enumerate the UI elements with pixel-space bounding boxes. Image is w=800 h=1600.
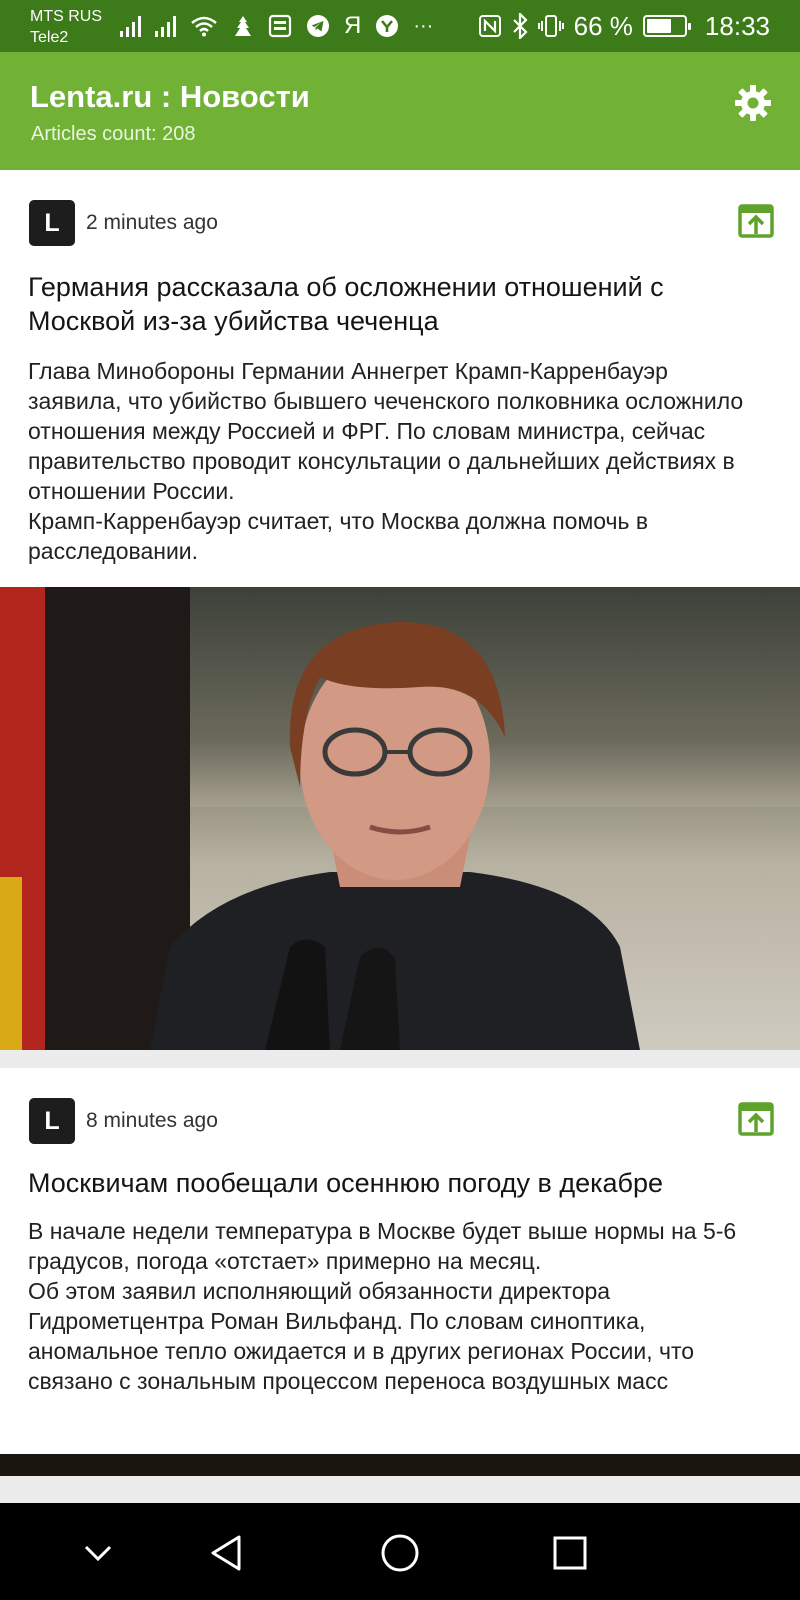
gear-icon (735, 85, 771, 121)
signal-icon (120, 15, 141, 37)
home-button[interactable] (378, 1531, 422, 1575)
recents-icon (553, 1536, 587, 1570)
article-time: 8 minutes ago (86, 1109, 218, 1132)
articles-count: Articles count: 208 (31, 123, 196, 145)
carrier-1: MTS RUS (30, 8, 102, 25)
app-icon (235, 16, 251, 36)
vibrate-icon (537, 15, 564, 37)
yandex-icon: Я (344, 12, 362, 39)
article-header: L 2 minutes ago (0, 170, 800, 254)
article-summary: В начале недели температура в Москве буд… (28, 1218, 737, 1394)
battery-percent: 66 % (573, 10, 633, 41)
clock: 18:33 (704, 10, 770, 41)
notification-icons: Я ··· (120, 10, 433, 42)
nfc-icon (478, 15, 501, 37)
open-article-button[interactable] (738, 204, 774, 238)
status-bar: MTS RUS Tele2 Я ··· 66 % 18:33 (0, 0, 800, 52)
back-button[interactable] (204, 1531, 248, 1575)
gallery-icon (268, 14, 292, 38)
hide-nav-button[interactable] (76, 1531, 120, 1575)
carrier-2: Tele2 (30, 29, 69, 46)
open-article-button[interactable] (738, 1102, 774, 1136)
settings-button[interactable] (732, 82, 774, 124)
home-icon (381, 1534, 419, 1572)
article-time: 2 minutes ago (86, 211, 218, 234)
more-notifications-icon: ··· (413, 14, 434, 37)
carrier-info: MTS RUS Tele2 (30, 6, 102, 48)
battery-level (646, 19, 671, 33)
source-logo: L (29, 200, 75, 246)
open-in-new-icon (738, 1102, 774, 1136)
article-photo[interactable] (0, 587, 800, 1050)
navigation-bar (0, 1503, 800, 1600)
recents-button[interactable] (548, 1531, 592, 1575)
source-logo: L (29, 1098, 75, 1144)
telegram-icon (307, 15, 329, 37)
app-bar: Lenta.ru : Новости Articles count: 208 (0, 52, 800, 170)
battery-icon (642, 15, 691, 37)
article-summary: Глава Минобороны Германии Аннегрет Крамп… (28, 358, 744, 564)
app-icon (376, 15, 399, 37)
news-feed[interactable]: L 2 minutes ago Германия рассказала об о… (0, 170, 800, 1476)
article-photo[interactable] (0, 1454, 800, 1476)
open-in-new-icon (738, 204, 774, 238)
back-icon (211, 1535, 241, 1571)
article-title[interactable]: Москвичам пообещали осеннюю погоду в дек… (0, 1152, 800, 1200)
person-silhouette (150, 622, 640, 1050)
article-header: L 8 minutes ago (0, 1068, 800, 1152)
chevron-down-icon (84, 1545, 112, 1562)
bluetooth-icon (512, 13, 528, 39)
article-title[interactable]: Германия рассказала об осложнении отноше… (0, 254, 800, 338)
article-card[interactable]: L 2 minutes ago Германия рассказала об о… (0, 170, 800, 587)
wifi-icon (191, 16, 217, 37)
signal-icon (155, 15, 176, 37)
app-title: Lenta.ru : Новости (30, 79, 310, 114)
system-indicators: 66 % 18:33 (478, 8, 770, 44)
article-card[interactable]: L 8 minutes ago Москвичам пообещали осен… (0, 1068, 800, 1454)
